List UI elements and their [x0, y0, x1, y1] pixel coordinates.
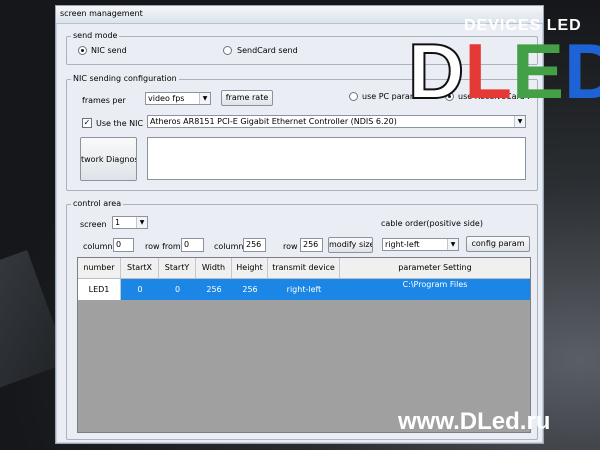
nic-config-title: NIC sending configuration [71, 74, 179, 83]
use-nic-checkbox[interactable]: ✓ [82, 118, 92, 128]
cell-startx: 0 [137, 285, 143, 294]
frame-rate-button[interactable]: frame rate [221, 90, 273, 106]
cable-order-label: cable order(positive side) [381, 219, 483, 228]
col-header-parameter[interactable]: parameter Setting [340, 258, 530, 278]
chevron-down-icon[interactable]: ▼ [514, 116, 525, 127]
nic-send-label[interactable]: NIC send [91, 46, 127, 55]
column2-input[interactable]: 256 [243, 238, 266, 252]
sendcard-send-label[interactable]: SendCard send [237, 46, 298, 55]
row-input[interactable]: 256 [300, 238, 323, 252]
column-input[interactable]: 0 [113, 238, 134, 252]
col-header-transmit[interactable]: transmit device [268, 258, 340, 278]
row-from-label: row from [145, 242, 181, 251]
config-param-button[interactable]: config param [466, 236, 530, 252]
sendcard-send-radio[interactable] [223, 46, 232, 55]
cell-number: LED1 [78, 279, 121, 300]
cell-starty: 0 [174, 285, 181, 294]
column-label: column [83, 242, 113, 251]
screen-label: screen [80, 220, 107, 229]
col-header-height[interactable]: Height [232, 258, 268, 278]
network-diagnostics-button[interactable]: twork Diagnost [80, 137, 137, 181]
col-header-starty[interactable]: StartY [159, 258, 196, 278]
control-area-title: control area [71, 199, 124, 208]
col-header-width[interactable]: Width [196, 258, 232, 278]
nic-send-radio[interactable] [78, 46, 87, 55]
dled-logo: DLED [407, 27, 600, 115]
chevron-down-icon[interactable]: ▼ [447, 239, 458, 250]
frames-per-select[interactable]: video fps ▼ [145, 92, 211, 105]
screen-value: 1 [115, 218, 121, 227]
cable-order-select[interactable]: right-left ▼ [382, 238, 459, 251]
send-mode-title: send mode [71, 31, 120, 40]
table-header: number StartX StartY Width Height transm… [78, 258, 530, 279]
chevron-down-icon[interactable]: ▼ [136, 217, 147, 228]
cell-transmit: right-left [286, 285, 322, 294]
table-row[interactable]: LED1 0 0 256 256 right-left C:\Program F… [78, 279, 530, 300]
column2-label: column [214, 242, 244, 251]
screen-select[interactable]: 1 ▼ [112, 216, 148, 229]
use-pc-params-radio[interactable] [349, 92, 358, 101]
window-title: screen management [60, 9, 143, 18]
row-label: row [283, 242, 298, 251]
row-from-input[interactable]: 0 [181, 238, 204, 252]
led-screen-table: number StartX StartY Width Height transm… [77, 257, 531, 433]
use-nic-label[interactable]: Use the NIC [96, 119, 143, 128]
cable-order-value: right-left [385, 240, 420, 249]
cell-height: 256 [242, 285, 258, 294]
diagnostics-output-box[interactable] [147, 137, 526, 180]
frames-per-label: frames per [82, 96, 126, 105]
chevron-down-icon[interactable]: ▼ [199, 93, 210, 104]
website-watermark: www.DLed.ru [398, 408, 551, 435]
col-header-startx[interactable]: StartX [121, 258, 159, 278]
col-header-number[interactable]: number [78, 258, 121, 278]
nic-adapter-value: Atheros AR8151 PCI-E Gigabit Ethernet Co… [150, 117, 397, 126]
cell-parameter: C:\Program Files [402, 280, 468, 289]
modify-size-button[interactable]: modify size [328, 237, 373, 253]
frames-per-value: video fps [148, 94, 185, 103]
cell-width: 256 [206, 285, 222, 294]
nic-adapter-select[interactable]: Atheros AR8151 PCI-E Gigabit Ethernet Co… [147, 115, 526, 128]
